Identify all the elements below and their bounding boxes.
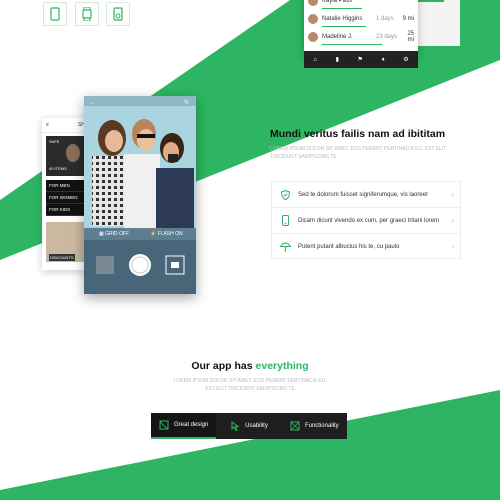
menu-item-men[interactable]: FOR MEN xyxy=(46,180,86,192)
shield-icon xyxy=(278,189,292,200)
svg-text:←: ← xyxy=(89,100,95,106)
feature-item[interactable]: Sed te dolorum fuisset signiferumque, vi… xyxy=(272,182,460,208)
chevron-right-icon: › xyxy=(451,190,454,199)
product-card-2-label: 40 ITEMS xyxy=(49,166,67,171)
progress-bar xyxy=(322,25,366,27)
flag-icon[interactable]: ⚑ xyxy=(358,56,363,63)
chevron-right-icon: › xyxy=(451,242,454,251)
product-card-1-label: SAFE xyxy=(49,139,60,144)
green-diagonal-band-bottom xyxy=(0,390,500,500)
feature-item[interactable]: Putent putant albucius his te, cu paulo … xyxy=(272,234,460,259)
phone-bottom-nav: ⌂ ▮ ⚑ ♦ ⚙ xyxy=(304,51,418,68)
tab-label: Functionality xyxy=(304,423,339,429)
mobile-icon xyxy=(278,215,292,226)
feature-text: Putent putant albucius his te, cu paulo xyxy=(298,243,400,250)
umbrella-icon xyxy=(278,241,292,252)
stats-row[interactable]: Natalie Higgins 1 days 9 mi xyxy=(304,10,418,28)
svg-text:↻: ↻ xyxy=(184,99,189,106)
category-menu: FOR MEN FOR WOMEN FOR KIDS xyxy=(46,180,86,216)
stats-distance: 9 mi xyxy=(402,16,414,22)
avatar xyxy=(308,32,318,42)
product-card-3-label: DISCOUNTS xyxy=(49,254,75,261)
stats-row[interactable]: Madeline J. 23 days 25 mi xyxy=(304,28,418,46)
avatar xyxy=(308,0,318,6)
progress-bar xyxy=(322,43,382,45)
stats-days: 1 days xyxy=(376,16,394,22)
stats-distance: 25 mi xyxy=(407,31,414,43)
tab-label: Usability xyxy=(245,423,268,429)
grid-toggle[interactable]: ▦ GRID OFF xyxy=(99,231,129,237)
menu-item-kids[interactable]: FOR KIDS xyxy=(46,204,86,216)
home-icon[interactable]: ⌂ xyxy=(313,57,317,63)
phone-icon[interactable] xyxy=(43,2,67,26)
watch-icon[interactable] xyxy=(75,2,99,26)
feature-list: Sed te dolorum fuisset signiferumque, vi… xyxy=(271,181,461,259)
menu-item-women[interactable]: FOR WOMEN xyxy=(46,192,86,204)
stats-name: Kayla Pass xyxy=(322,0,353,4)
flash-toggle-label: FLASH ON xyxy=(157,231,183,237)
tab-functionality[interactable]: Functionality xyxy=(282,413,347,439)
pin-icon[interactable]: ♦ xyxy=(382,57,385,63)
chevron-right-icon: › xyxy=(451,216,454,225)
avatar xyxy=(308,14,318,24)
progress-bar xyxy=(322,7,362,9)
video-mode-icon[interactable] xyxy=(166,256,184,274)
phone-camera: ← ↻ ▦ GRID OFF ⚡ FLASH ON xyxy=(84,96,196,294)
stats-icon[interactable]: ▮ xyxy=(336,56,339,63)
feature-tabs: Great design Usability Functionality xyxy=(151,413,347,439)
tab-great-design[interactable]: Great design xyxy=(151,413,217,439)
shutter-button[interactable] xyxy=(129,254,151,276)
section2-title-prefix: Our app has xyxy=(191,360,253,372)
section2-title-accent: everything xyxy=(255,360,309,372)
section2-title: Our app has everything xyxy=(0,360,500,372)
stats-side-panel xyxy=(418,0,460,46)
functionality-icon xyxy=(290,421,300,431)
stats-days: 23 days xyxy=(376,34,398,40)
stats-row[interactable]: Kayla Pass xyxy=(304,0,418,10)
cursor-icon xyxy=(230,421,240,431)
tab-label: Great design xyxy=(173,422,209,428)
design-icon xyxy=(159,420,169,430)
gallery-thumbnail[interactable] xyxy=(96,256,114,274)
settings-icon[interactable]: ⚙ xyxy=(403,56,408,63)
flash-toggle[interactable]: ⚡ FLASH ON xyxy=(150,231,183,237)
ipod-icon[interactable] xyxy=(106,2,130,26)
stats-card: Kayla Pass Natalie Higgins 1 days 9 mi Madel… xyxy=(304,0,418,56)
tab-usability[interactable]: Usability xyxy=(216,413,281,439)
grid-toggle-label: GRID OFF xyxy=(105,231,130,237)
section-subtitle: LOREM IPSUM DOLOR SIT AMET, EOS PERENT P… xyxy=(270,146,447,160)
stats-name: Madeline J. xyxy=(322,34,353,40)
menu-icon[interactable]: ≡ xyxy=(46,122,49,128)
stats-name: Natalie Higgins xyxy=(322,16,363,22)
feature-text: Sed te dolorum fuisset signiferumque, vi… xyxy=(298,191,428,198)
feature-item[interactable]: Dicam dicunt vivendo ex cum, per graeci … xyxy=(272,208,460,234)
feature-text: Dicam dicunt vivendo ex cum, per graeci … xyxy=(298,217,440,224)
section-title: Mundi veritus failis nam ad ibititam xyxy=(270,128,446,140)
section2-subtitle: LOREM IPSUM DOLOR SIT AMET, EOS PERENT P… xyxy=(173,378,327,392)
